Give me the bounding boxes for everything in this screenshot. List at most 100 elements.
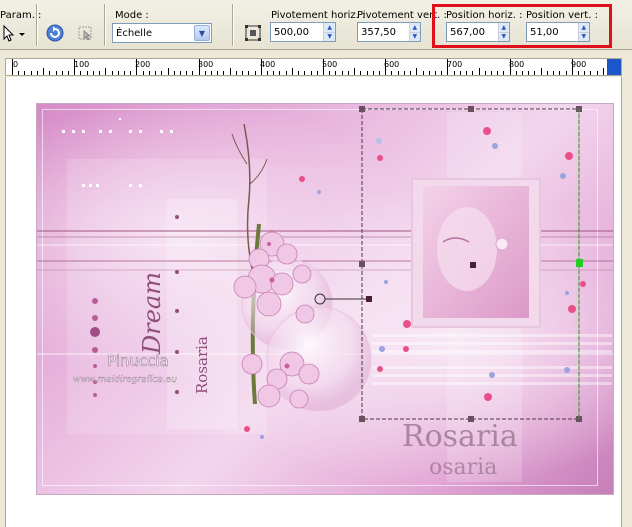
ruler-tick (571, 59, 573, 75)
transform-box-icon (245, 25, 261, 41)
ruler-tick (416, 68, 418, 75)
ruler-tick (441, 71, 443, 75)
ruler-tick (260, 59, 262, 75)
ruler-end-marker (607, 59, 621, 75)
ruler-tick (497, 71, 499, 75)
ruler-tick (385, 59, 387, 75)
image-canvas[interactable]: Dream Rosaria Pinuccia www.maidiregrafic… (36, 103, 614, 495)
toolbar-separator (36, 4, 38, 46)
ruler-tick (335, 71, 337, 75)
ruler-tick (267, 71, 269, 75)
pivot-horizontal-input[interactable] (271, 23, 324, 41)
ruler-tick (217, 71, 219, 75)
spin-up-icon[interactable]: ▲ (324, 23, 335, 32)
pivot-horizontal-field[interactable]: ▲▼ (270, 22, 336, 42)
ruler-tick (111, 71, 113, 75)
pivot-vertical-field[interactable]: ▲▼ (357, 22, 421, 42)
ruler-tick (422, 71, 424, 75)
ruler-tick (559, 71, 561, 75)
ruler-tick (80, 71, 82, 75)
free-transform-button[interactable] (242, 22, 264, 44)
mode-select[interactable]: Échelle ▼ (112, 23, 212, 43)
ruler-tick (323, 59, 324, 75)
ruler-tick (478, 68, 480, 75)
ruler-tick (186, 71, 188, 75)
pivot-vertical-input[interactable] (358, 23, 409, 41)
ruler-tick-label: 700 (447, 60, 463, 69)
ruler-tick (434, 71, 436, 75)
chevron-down-icon: ▼ (194, 25, 210, 41)
ruler-tick (590, 71, 592, 75)
ruler-tick (372, 71, 374, 75)
ruler-tick (428, 71, 430, 75)
position-fields-highlight (432, 4, 612, 48)
ruler-tick (74, 59, 76, 75)
ruler-tick (130, 71, 132, 75)
watermark-url: www.maidiregrafica.eu (73, 375, 177, 385)
preset-dropdown[interactable] (0, 22, 30, 44)
ruler-tick (167, 68, 169, 75)
ruler-tick (459, 71, 461, 75)
ruler-tick (602, 68, 604, 75)
ruler-tick (403, 71, 405, 75)
ruler-tick (18, 71, 20, 75)
spin-down-icon[interactable]: ▼ (324, 31, 335, 42)
ruler-tick (49, 71, 51, 75)
ruler-tick (565, 71, 567, 75)
ruler-tick (123, 71, 125, 75)
ruler-tick (254, 71, 256, 75)
ruler-tick (86, 71, 88, 75)
ruler-tick-label: 500 (322, 60, 338, 69)
ruler-tick (553, 71, 555, 75)
ruler-tick (291, 68, 293, 75)
ruler-tick (515, 71, 517, 75)
selection-transform-icon (78, 26, 92, 41)
ruler-tick-label: 0 (13, 60, 19, 69)
ruler-tick (179, 71, 181, 75)
reset-button[interactable] (44, 22, 66, 44)
horizontal-ruler[interactable]: 0 100 200 300 400 500 600 700 800 900 (5, 58, 622, 76)
ruler-tick (148, 71, 150, 75)
spin-down-icon[interactable]: ▼ (409, 31, 420, 42)
ruler-tick (285, 71, 287, 75)
ruler-tick (117, 71, 119, 75)
ruler-tick (229, 68, 231, 75)
ruler-tick (341, 71, 343, 75)
ruler-tick (204, 71, 206, 75)
ruler-tick (466, 71, 468, 75)
pointer-icon (3, 24, 25, 42)
ruler-tick-label: 600 (384, 60, 400, 69)
canvas-workspace[interactable]: Dream Rosaria Pinuccia www.maidiregrafic… (5, 77, 622, 527)
dream-text: Dream (138, 272, 166, 355)
ruler-tick (43, 68, 45, 75)
ruler-tick (546, 71, 548, 75)
ruler-tick (99, 71, 101, 75)
ruler-tick (522, 71, 524, 75)
watermark-name: Pinuccia (107, 352, 169, 370)
ruler-tick-label: 800 (509, 60, 525, 69)
ruler-tick (248, 71, 250, 75)
ruler-tick (378, 71, 380, 75)
ruler-tick (310, 71, 312, 75)
ruler-tick (142, 71, 144, 75)
ruler-tick (397, 71, 399, 75)
ruler-tick (192, 71, 194, 75)
ruler-tick (453, 71, 455, 75)
ruler-tick (490, 71, 492, 75)
ruler-tick (484, 71, 486, 75)
ruler-tick (354, 68, 356, 75)
ruler-tick (447, 59, 449, 75)
apply-button[interactable] (74, 22, 96, 44)
ruler-tick (503, 71, 505, 75)
ruler-tick-label: 400 (260, 60, 276, 69)
ruler-tick (211, 71, 213, 75)
spin-up-icon[interactable]: ▲ (410, 23, 420, 32)
ruler-tick (24, 71, 26, 75)
ruler-tick (528, 71, 530, 75)
ruler-tick (279, 71, 281, 75)
ruler-tick (410, 71, 412, 75)
ruler-tick (316, 71, 318, 75)
ruler-tick (298, 71, 300, 75)
ruler-tick (30, 71, 32, 75)
ruler-tick (173, 71, 175, 75)
